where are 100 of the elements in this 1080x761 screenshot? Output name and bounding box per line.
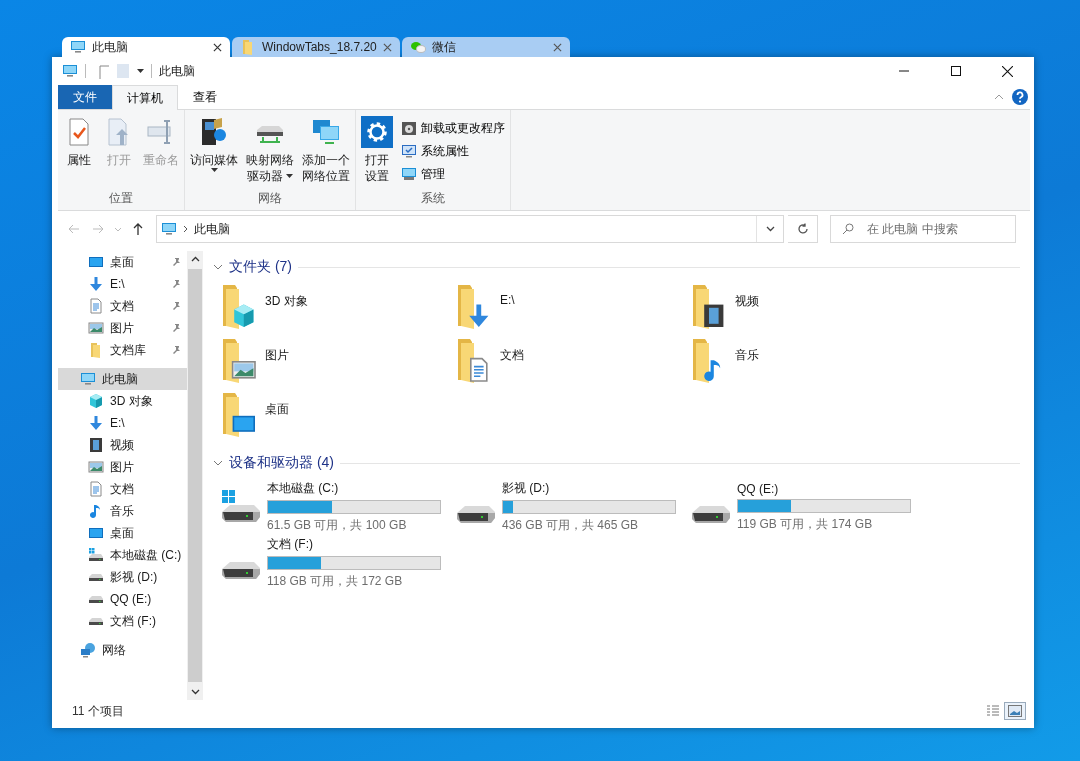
ribbon-button[interactable]: 属性 — [60, 114, 98, 188]
file-menu-tab[interactable]: 文件 — [58, 85, 112, 109]
caret-icon — [210, 168, 218, 172]
folder-name[interactable]: E:\ — [500, 285, 515, 307]
desktop-icon — [88, 254, 104, 270]
nav-item[interactable]: 视频 — [58, 434, 187, 456]
drive-icon — [88, 594, 104, 604]
ribbon-tab[interactable]: 查看 — [178, 85, 232, 109]
tiles-view-button[interactable] — [1004, 702, 1026, 720]
nav-item[interactable]: 音乐 — [58, 500, 187, 522]
pin-icon[interactable] — [171, 323, 181, 333]
caret-icon — [286, 174, 293, 178]
nav-item[interactable]: E:\ — [58, 273, 187, 295]
section-header[interactable]: 文件夹 (7) — [229, 258, 292, 276]
settings-icon — [361, 116, 393, 148]
nav-item[interactable]: 网络 — [58, 639, 187, 661]
nav-item[interactable]: 3D 对象 — [58, 390, 187, 412]
free-space: 61.5 GB 可用，共 100 GB — [267, 517, 408, 534]
pin-icon[interactable] — [171, 257, 181, 267]
ribbon-button[interactable]: 管理 — [398, 164, 508, 184]
ribbon-button[interactable]: 添加一个 网络位置 — [299, 114, 353, 188]
nav-item[interactable]: 文档 (F:) — [58, 610, 187, 632]
ribbon-button[interactable]: 卸载或更改程序 — [398, 118, 508, 138]
chat-bubbles-icon — [410, 39, 426, 55]
ribbon-button[interactable]: 访问媒体 — [187, 114, 241, 188]
window-tab[interactable]: 此电脑 — [62, 37, 230, 57]
search-icon — [842, 223, 854, 235]
down-arrow-icon — [88, 415, 104, 431]
nav-item[interactable]: 文档 — [58, 478, 187, 500]
section-header[interactable]: 设备和驱动器 (4) — [229, 454, 334, 472]
nav-item[interactable]: 桌面 — [58, 251, 187, 273]
computer-icon — [70, 39, 86, 55]
collapse-caret-icon[interactable] — [994, 94, 1004, 100]
caret-icon — [114, 226, 122, 232]
down-arrow-icon — [88, 276, 104, 292]
dropdown-caret-icon — [137, 69, 144, 73]
folder-name[interactable]: 图片 — [265, 339, 289, 364]
item-count: 11 个项目 — [72, 702, 125, 720]
close-icon — [1002, 65, 1013, 77]
folder-name[interactable]: 音乐 — [735, 339, 759, 364]
ribbon-button[interactable]: 映射网络 驱动器 — [243, 114, 297, 188]
help-icon[interactable] — [1012, 89, 1028, 105]
film-icon — [88, 437, 104, 453]
refresh-icon — [796, 223, 809, 235]
dropdown-caret-icon[interactable] — [765, 226, 775, 232]
computer-icon — [80, 371, 96, 387]
minimize-icon — [898, 70, 909, 72]
nav-item[interactable]: 文档库 — [58, 339, 187, 361]
folder-name[interactable]: 视频 — [735, 285, 759, 310]
document-icon — [88, 481, 104, 497]
drive-name[interactable]: 本地磁盘 (C:) — [267, 480, 441, 497]
folder-icon — [221, 339, 257, 383]
nav-item[interactable]: E:\ — [58, 412, 187, 434]
drive-name[interactable]: 影视 (D:) — [502, 480, 676, 497]
nav-item[interactable]: 图片 — [58, 456, 187, 478]
search-field[interactable]: 在 此电脑 中搜索 — [830, 215, 1016, 243]
drive-name[interactable]: QQ (E:) — [737, 481, 911, 496]
network-icon — [80, 642, 96, 658]
drive-name[interactable]: 文档 (F:) — [267, 536, 441, 553]
ribbon-button[interactable]: 系统属性 — [398, 141, 508, 161]
free-space: 436 GB 可用，共 465 GB — [502, 517, 640, 534]
drive-icon — [88, 616, 104, 626]
cube-icon — [88, 393, 104, 409]
window-tab[interactable]: WindowTabs_18.7.20 — [232, 37, 400, 57]
window-tab[interactable]: 微信 — [402, 37, 570, 57]
pin-icon[interactable] — [171, 345, 181, 355]
drive-icon — [456, 505, 496, 524]
folder-name[interactable]: 文档 — [500, 339, 524, 364]
nav-item[interactable]: 影视 (D:) — [58, 566, 187, 588]
folder-name[interactable]: 3D 对象 — [265, 285, 308, 310]
address-bar[interactable]: 此电脑 — [156, 215, 784, 243]
nav-item[interactable]: 文档 — [58, 295, 187, 317]
chevron-icon[interactable] — [213, 262, 223, 272]
refresh-button[interactable] — [788, 215, 818, 243]
drive-icon — [221, 561, 261, 580]
ribbon-tab[interactable]: 计算机 — [112, 85, 178, 110]
computer-manage-icon — [401, 166, 417, 182]
chevron-icon[interactable] — [213, 458, 223, 468]
pin-icon[interactable] — [171, 301, 181, 311]
nav-item[interactable]: QQ (E:) — [58, 588, 187, 610]
nav-item[interactable]: 此电脑 — [58, 368, 187, 390]
scrollbar[interactable] — [187, 251, 203, 700]
window-title: 此电脑 — [159, 62, 196, 80]
group-label: 网络 — [257, 190, 283, 207]
free-space: 118 GB 可用，共 172 GB — [267, 573, 404, 590]
close-icon[interactable] — [213, 42, 222, 52]
monitor-icon — [401, 143, 417, 159]
scroll-down-icon[interactable] — [190, 689, 200, 695]
pin-icon[interactable] — [171, 279, 181, 289]
scroll-up-icon[interactable] — [190, 256, 200, 262]
nav-item[interactable]: 图片 — [58, 317, 187, 339]
up-arrow-icon — [133, 223, 143, 235]
free-space: 119 GB 可用，共 174 GB — [737, 515, 874, 533]
list-icon — [986, 705, 1000, 717]
nav-item[interactable]: 本地磁盘 (C:) — [58, 544, 187, 566]
folder-name[interactable]: 桌面 — [265, 393, 289, 418]
drive-icon — [88, 572, 104, 582]
nav-item[interactable]: 桌面 — [58, 522, 187, 544]
drive-icon — [691, 505, 731, 524]
ribbon-button[interactable]: 打开 设置 — [358, 114, 396, 188]
